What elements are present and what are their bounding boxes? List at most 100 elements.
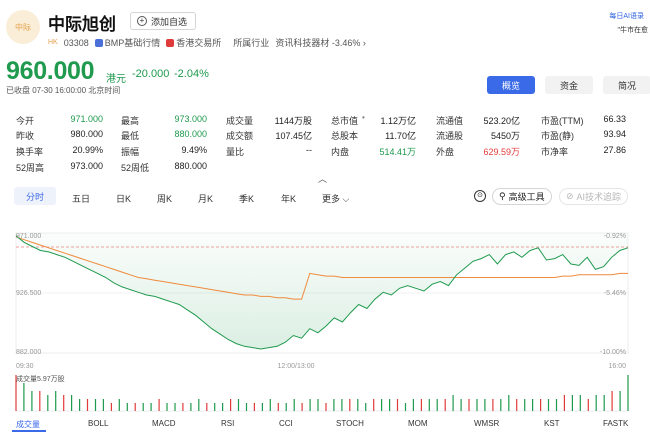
stat-label[interactable]: 总市值 <box>331 114 358 127</box>
period-tab-quarterly[interactable]: 季K <box>239 192 254 205</box>
stat-label: 昨收 <box>16 131 35 141</box>
market-cap-dot-icon[interactable]: • <box>362 113 365 122</box>
volume-bar <box>150 403 152 411</box>
tab-profile[interactable]: 简况 <box>603 76 650 94</box>
indicator-tab-cci[interactable]: CCI <box>279 419 293 428</box>
period-tab-intraday[interactable]: 分时 <box>14 187 56 205</box>
indicator-tab-kst[interactable]: KST <box>544 419 560 428</box>
period-tab-monthly[interactable]: 月K <box>198 192 213 205</box>
volume-bar <box>86 399 89 411</box>
volume-bar <box>500 399 502 411</box>
ai-tracking-button[interactable]: ⊘ AI技术追踪 <box>559 188 629 205</box>
indicator-tab-rsi[interactable]: RSI <box>221 419 234 428</box>
volume-bar <box>134 403 136 411</box>
stat-value: 66.33 <box>603 114 626 124</box>
volume-bar <box>436 399 438 411</box>
volume-bar <box>532 399 534 411</box>
volume-bar <box>269 399 271 411</box>
hkex-icon <box>166 39 175 47</box>
stat-value: 5450万 <box>490 131 520 141</box>
ai-icon: ⊘ <box>566 191 574 201</box>
intraday-chart[interactable]: 971.000 926.500 882.000 -0.92% -5.46% -1… <box>0 225 650 420</box>
period-tab-weekly[interactable]: 周K <box>157 192 172 205</box>
volume-bar <box>245 403 248 411</box>
add-watchlist-label: 添加自选 <box>151 16 188 27</box>
volume-bar <box>71 395 73 411</box>
bmp-quote[interactable]: BMP基础行情 <box>94 36 161 49</box>
industry-name: 资讯科技器材 <box>275 38 330 48</box>
volume-bar <box>230 399 232 411</box>
bmp-label: BMP基础行情 <box>104 38 161 48</box>
stat-value: 629.59万 <box>483 147 520 157</box>
volume-bar <box>619 391 621 411</box>
volume-bar <box>571 395 573 411</box>
stat-value: 9.49% <box>181 145 207 155</box>
indicator-tab-fastk[interactable]: FASTK <box>603 419 628 428</box>
volume-bar <box>237 399 240 411</box>
stat-value: 107.45亿 <box>275 131 312 141</box>
tab-capital[interactable]: 资金 <box>545 76 593 94</box>
indicator-tab-boll[interactable]: BOLL <box>88 419 108 428</box>
volume-bar <box>420 399 422 411</box>
tab-overview[interactable]: 概览 <box>487 76 535 94</box>
stat-label: 内盘 <box>331 147 350 157</box>
stat-label: 流通股 <box>436 131 464 141</box>
volume-bar <box>309 399 311 411</box>
volume-bar <box>222 403 224 411</box>
volume-bar <box>349 399 351 411</box>
volume-bar <box>508 395 510 411</box>
advanced-tools-button[interactable]: ⚲ 高级工具 <box>492 188 552 205</box>
indicator-tab-mom[interactable]: MOM <box>408 419 428 428</box>
ai-quote-text: "牛市在愈 <box>617 27 649 34</box>
industry-change: -3.46% <box>331 38 361 48</box>
market-badge: HK <box>48 39 58 46</box>
volume-bar <box>293 399 295 411</box>
volume-bar <box>79 399 81 411</box>
add-watchlist-button[interactable]: + 添加自选 <box>130 12 197 30</box>
y-tick-mid: 926.500 <box>16 290 41 297</box>
stat-value: 973.000 <box>70 161 103 171</box>
indicator-tab-macd[interactable]: MACD <box>152 419 176 428</box>
stat-value: 93.94 <box>603 129 626 139</box>
volume-bar <box>174 403 176 411</box>
more-label: 更多 <box>322 194 341 204</box>
volume-bar <box>277 403 279 411</box>
chart-settings-icon[interactable]: ⊙ <box>474 190 486 202</box>
y-tick-top: 971.000 <box>16 233 41 240</box>
stat-value: 880.000 <box>174 129 207 139</box>
period-tab-more[interactable]: 更多 ⌵ <box>322 192 349 205</box>
price-area <box>16 233 628 349</box>
indicator-tab-stoch[interactable]: STOCH <box>336 419 364 428</box>
volume-bar <box>373 399 375 411</box>
exchange[interactable]: 香港交易所 <box>166 36 221 49</box>
volume-bar <box>325 403 327 411</box>
stat-value: 1144万股 <box>274 116 312 126</box>
volume-bar <box>39 391 41 411</box>
y-tick-right-mid: -5.46% <box>604 290 626 297</box>
x-tick-close: 16:00 <box>608 363 626 370</box>
daily-ai-quote-link[interactable]: 每日AI语录 <box>609 11 644 21</box>
volume-bar <box>47 395 49 411</box>
stat-label: 流通值 <box>436 116 464 126</box>
y-tick-right-top: -0.92% <box>604 233 626 240</box>
period-tab-yearly[interactable]: 年K <box>281 192 296 205</box>
volume-bar <box>547 399 550 411</box>
x-tick-noon: 12:00/13:00 <box>278 363 315 370</box>
close-status: 已收盘 07-30 16:00:00 北京时间 <box>6 86 121 95</box>
stat-value: 11.70亿 <box>385 131 416 141</box>
stat-label: 最高 <box>121 116 140 126</box>
period-tab-5day[interactable]: 五日 <box>72 192 90 205</box>
industry-link[interactable]: 资讯科技器材 -3.46% › <box>275 36 366 49</box>
volume-bar <box>357 399 359 411</box>
period-tab-daily[interactable]: 日K <box>116 192 131 205</box>
volume-bar <box>540 399 542 411</box>
volume-bar <box>396 399 399 411</box>
volume-bar <box>118 399 120 411</box>
chevron-down-icon: ⌵ <box>340 194 350 204</box>
indicator-tab-wmsr[interactable]: WMSR <box>474 419 499 428</box>
industry-label: 所属行业 <box>233 38 270 48</box>
indicator-tab-volume[interactable]: 成交量 <box>16 419 40 430</box>
stat-label: 市盈(TTM) <box>541 116 584 126</box>
volume-bar <box>603 395 605 411</box>
collapse-stats-icon[interactable]: ︿ <box>318 172 327 185</box>
